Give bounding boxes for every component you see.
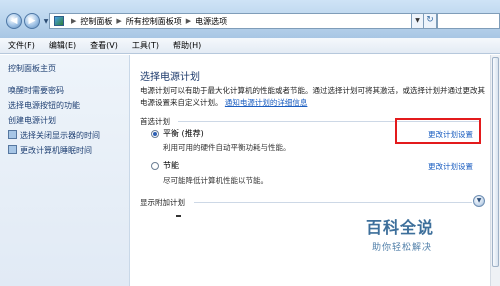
address-bar[interactable]: ▶ 控制面板 ▶ 所有控制面板项 ▶ 电源选项 (49, 13, 412, 29)
sidebar-item-power-button[interactable]: 选择电源按钮的功能 (8, 100, 80, 111)
cursor-mark (176, 215, 181, 217)
sidebar-item-display-off[interactable]: 选择关闭显示器的时间 (8, 130, 100, 141)
search-input[interactable] (437, 13, 500, 29)
sidebar-item-wake-password[interactable]: 唤醒时需要密码 (8, 85, 64, 96)
plan-info-link[interactable]: 通知电源计划的详细信息 (225, 98, 308, 107)
section-divider (194, 202, 472, 203)
plan-power-saver-name[interactable]: 节能 (163, 160, 179, 171)
address-dropdown-icon[interactable]: ▼ (412, 13, 424, 29)
plan-power-saver-description: 尽可能降低计算机性能以节能。 (163, 176, 268, 185)
chevron-right-icon[interactable]: ▶ (186, 17, 191, 25)
watermark-tagline: 助你轻松解决 (372, 243, 433, 253)
sidebar-item-label: 选择关闭显示器的时间 (20, 131, 100, 140)
preferred-plans-label: 首选计划 (140, 117, 170, 126)
page-title: 选择电源计划 (140, 72, 200, 83)
menu-file[interactable]: 文件(F) (8, 40, 35, 51)
plan-balanced-radio[interactable] (151, 130, 159, 138)
description-text: 电源计划可以有助于最大化计算机的性能或者节能。通过选择计划可将其激活，或选择计划… (140, 86, 485, 107)
watermark-logo-text: 百科全说 (366, 218, 435, 237)
navigation-bar: ◀ ▶ ▼ ▶ 控制面板 ▶ 所有控制面板项 ▶ 电源选项 ▼ ↻ (0, 0, 500, 39)
sidebar-item-sleep-time[interactable]: 更改计算机睡眠时间 (8, 145, 92, 156)
chevron-right-icon[interactable]: ▶ (116, 17, 121, 25)
scroll-thumb[interactable] (492, 57, 499, 267)
breadcrumb-all-items[interactable]: 所有控制面板项 (126, 16, 182, 27)
plan-balanced-name[interactable]: 平衡 (推荐) (163, 128, 204, 139)
menu-edit[interactable]: 编辑(E) (49, 40, 76, 51)
highlight-annotation-box (395, 118, 481, 144)
show-additional-plans-label: 显示附加计划 (140, 198, 185, 207)
plan-balanced-description: 利用可用的硬件自动平衡功耗与性能。 (163, 143, 291, 152)
page-description: 电源计划可以有助于最大化计算机的性能或者节能。通过选择计划可将其激活，或选择计划… (140, 85, 485, 109)
sidebar-item-label: 更改计算机睡眠时间 (20, 146, 92, 155)
sidebar-item-create-plan[interactable]: 创建电源计划 (8, 115, 56, 126)
control-panel-icon (54, 16, 64, 26)
forward-button[interactable]: ▶ (24, 13, 40, 29)
moon-icon (8, 145, 17, 154)
menu-bar: 文件(F) 编辑(E) 查看(V) 工具(T) 帮助(H) (0, 38, 500, 54)
main-content: 选择电源计划 电源计划可以有助于最大化计算机的性能或者节能。通过选择计划可将其激… (130, 55, 490, 286)
back-button[interactable]: ◀ (6, 13, 22, 29)
chevron-right-icon: ▶ (71, 17, 77, 25)
expand-chevron-icon[interactable]: ▼ (473, 195, 485, 207)
vertical-scrollbar[interactable] (490, 55, 500, 286)
menu-tools[interactable]: 工具(T) (132, 40, 159, 51)
sidebar-item-home[interactable]: 控制面板主页 (8, 63, 56, 74)
monitor-icon (8, 130, 17, 139)
power-saver-change-settings-link[interactable]: 更改计划设置 (428, 161, 473, 172)
sidebar: 控制面板主页 唤醒时需要密码 选择电源按钮的功能 创建电源计划 选择关闭显示器的… (0, 55, 130, 286)
menu-help[interactable]: 帮助(H) (173, 40, 201, 51)
plan-power-saver-radio[interactable] (151, 162, 159, 170)
power-options-window: ◀ ▶ ▼ ▶ 控制面板 ▶ 所有控制面板项 ▶ 电源选项 ▼ ↻ 文件(F) … (0, 0, 500, 286)
breadcrumb-control-panel[interactable]: 控制面板 (80, 16, 112, 27)
breadcrumb-power-options[interactable]: 电源选项 (195, 16, 227, 27)
refresh-icon[interactable]: ↻ (424, 13, 437, 29)
menu-view[interactable]: 查看(V) (90, 40, 118, 51)
